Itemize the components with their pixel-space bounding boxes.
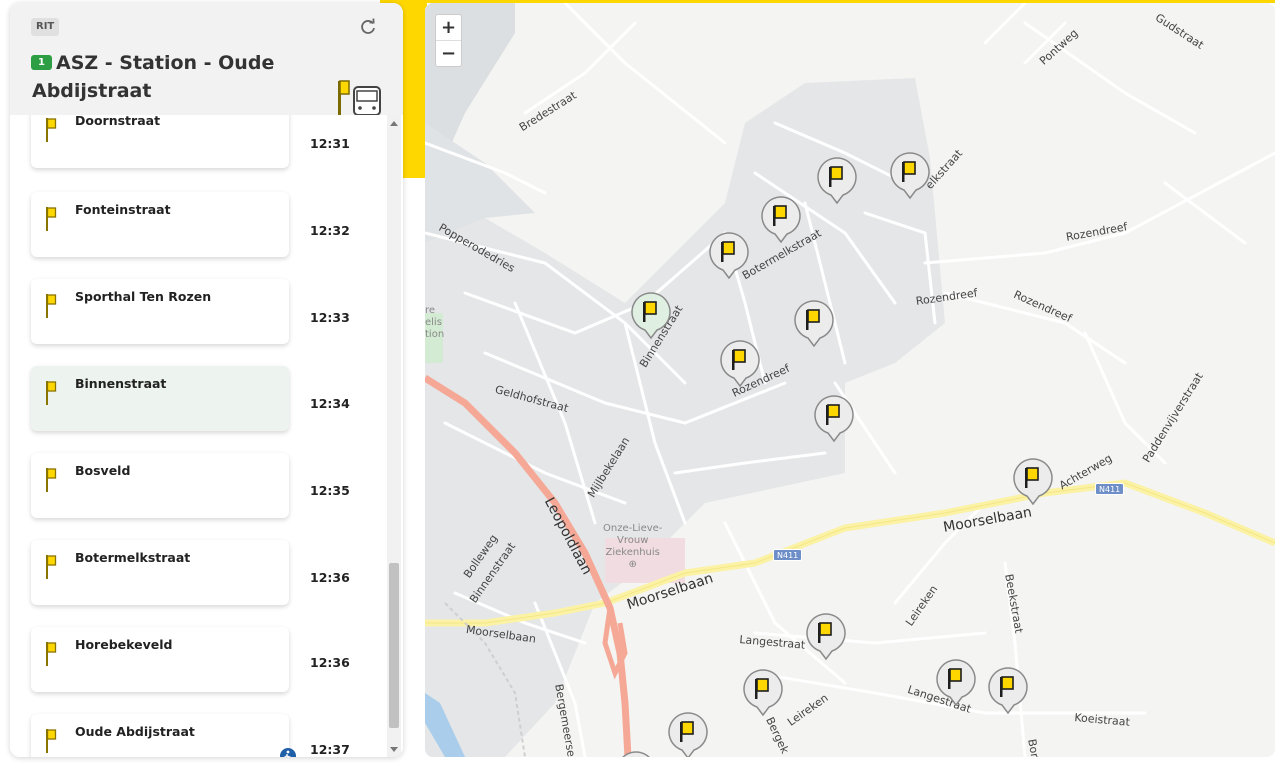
stop-card[interactable]: Oude Abdijstraat <box>31 714 296 757</box>
rit-badge: RIT <box>31 18 60 36</box>
stop-name: Oude Abdijstraat <box>75 724 195 739</box>
bus-stop-pin-icon[interactable] <box>1012 458 1054 506</box>
hospital-icon: ⊕ <box>628 559 637 570</box>
route-panel: RIT ASZ - Station - Oude Abdijstraat 1 D… <box>10 3 403 757</box>
app-root: { "panel": { "rit_badge": "RIT", "line_n… <box>0 0 1275 772</box>
stop-name: Horebekeveld <box>75 637 173 652</box>
partial-label-line: re <box>425 305 436 316</box>
stop-card[interactable]: Doornstraat <box>31 115 289 168</box>
route-map[interactable]: Gudstraat Pontweg Bredestraat elkstraat … <box>425 3 1275 757</box>
bus-stop-pin-icon[interactable] <box>805 613 847 661</box>
stop-card[interactable]: Binnenstraat <box>31 366 289 431</box>
partial-label-line: elis <box>425 317 442 328</box>
line-number-badge: 1 <box>31 55 52 70</box>
bus-stop-icon <box>45 117 59 143</box>
stop-time: 12:31 <box>310 136 350 151</box>
bus-stop-icon <box>45 380 59 406</box>
bus-stop-icon <box>45 467 59 493</box>
hospital-label: Onze-Lieve- Vrouw Ziekenhuis ⊕ <box>603 523 662 571</box>
scroll-up-arrow-icon[interactable] <box>390 121 398 126</box>
bus-stop-pin-icon[interactable] <box>667 712 709 757</box>
zoom-out-button[interactable]: − <box>436 41 461 67</box>
bus-stop-pin-icon[interactable] <box>760 196 802 244</box>
road-shield: N411 <box>1095 483 1125 495</box>
stop-card[interactable]: Bosveld <box>31 453 289 518</box>
bus-stop-pin-icon[interactable] <box>987 667 1029 715</box>
partial-label-line: tion <box>425 329 445 340</box>
refresh-icon[interactable] <box>358 17 378 37</box>
stop-name: Botermelkstraat <box>75 550 191 565</box>
stop-time: 12:36 <box>310 655 350 670</box>
bus-stop-pin-icon[interactable] <box>793 300 835 348</box>
stop-time: 12:37 <box>310 742 350 757</box>
stop-time: 12:35 <box>310 483 350 498</box>
stop-name: Fonteinstraat <box>75 202 171 217</box>
scroll-thumb[interactable] <box>389 563 399 728</box>
stop-name: Doornstraat <box>75 115 161 128</box>
route-header: RIT ASZ - Station - Oude Abdijstraat 1 <box>10 3 403 117</box>
hospital-label-line: Vrouw <box>617 535 649 546</box>
zoom-in-button[interactable]: + <box>436 15 461 41</box>
bus-stop-pin-icon[interactable] <box>719 340 761 388</box>
stop-list[interactable]: Doornstraat 12:31 Fonteinstraat 12:32 Sporth… <box>10 115 403 757</box>
route-title: ASZ - Station - Oude Abdijstraat <box>32 52 275 102</box>
bus-stop-pin-icon[interactable] <box>813 395 855 443</box>
bus-stop-icon <box>45 554 59 580</box>
bus-stop-icon <box>45 206 59 232</box>
wheelchair-icon <box>280 748 296 757</box>
stop-time: 12:36 <box>310 570 350 585</box>
hospital-label-line: Ziekenhuis <box>605 547 660 558</box>
stop-card[interactable]: Fonteinstraat <box>31 192 289 257</box>
hospital-label-line: Onze-Lieve- <box>603 523 663 534</box>
stop-card[interactable]: Sporthal Ten Rozen <box>31 279 289 344</box>
stop-time: 12:32 <box>310 223 350 238</box>
bus-stop-pin-icon[interactable] <box>742 669 784 717</box>
bus-stop-icon <box>45 293 59 319</box>
stop-card[interactable]: Botermelkstraat <box>31 540 289 605</box>
stop-time: 12:34 <box>310 396 350 411</box>
bus-stop-icon <box>45 728 59 754</box>
road-shield: N411 <box>773 549 803 561</box>
scroll-down-arrow-icon[interactable] <box>390 747 398 752</box>
stop-time: 12:33 <box>310 310 350 325</box>
bus-stop-pin-icon[interactable] <box>889 152 931 200</box>
stop-and-bus-icon <box>335 79 385 119</box>
bus-stop-pin-icon[interactable] <box>708 232 750 280</box>
stop-name: Binnenstraat <box>75 376 167 391</box>
bus-stop-pin-icon[interactable] <box>816 157 858 205</box>
stop-name: Bosveld <box>75 463 131 478</box>
bus-stop-pin-icon[interactable] <box>615 751 657 757</box>
zoom-control: + − <box>435 14 462 67</box>
bus-stop-pin-icon[interactable] <box>935 659 977 707</box>
stop-list-scrollbar[interactable] <box>387 115 401 757</box>
bus-stop-pin-icon[interactable] <box>630 292 672 340</box>
stop-card[interactable]: Horebekeveld <box>31 627 289 692</box>
bus-stop-icon <box>45 641 59 667</box>
stop-name: Sporthal Ten Rozen <box>75 289 212 304</box>
partial-map-label: re elis tion <box>425 305 444 341</box>
